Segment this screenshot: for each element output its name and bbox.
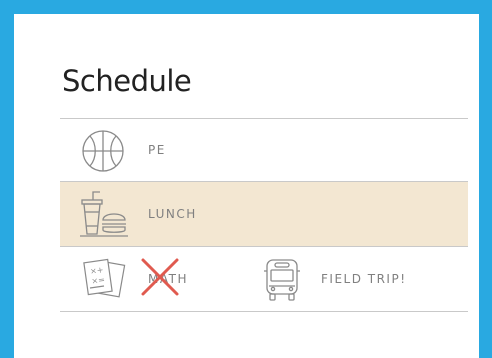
burger-drink-icon xyxy=(79,190,129,238)
schedule-item-lunch[interactable]: LUNCH xyxy=(60,182,468,246)
schedule-card: Schedule PE LUNCH ×+ ×= MATH FIELD TRIP! xyxy=(14,14,479,358)
schedule-item-label: PE xyxy=(148,143,166,157)
page-title: Schedule xyxy=(62,64,192,98)
divider xyxy=(60,311,468,312)
bus-icon xyxy=(262,257,302,303)
basketball-icon xyxy=(81,129,125,173)
schedule-item-label: LUNCH xyxy=(148,207,197,221)
schedule-item-pe[interactable]: PE xyxy=(60,119,468,181)
red-x-icon xyxy=(139,256,181,298)
schedule-item-label: FIELD TRIP! xyxy=(321,272,407,286)
svg-text:×=: ×= xyxy=(91,275,106,286)
schedule-item-math-fieldtrip: ×+ ×= MATH FIELD TRIP! xyxy=(60,247,468,311)
svg-text:×+: ×+ xyxy=(90,265,105,276)
worksheet-icon: ×+ ×= xyxy=(82,257,128,301)
